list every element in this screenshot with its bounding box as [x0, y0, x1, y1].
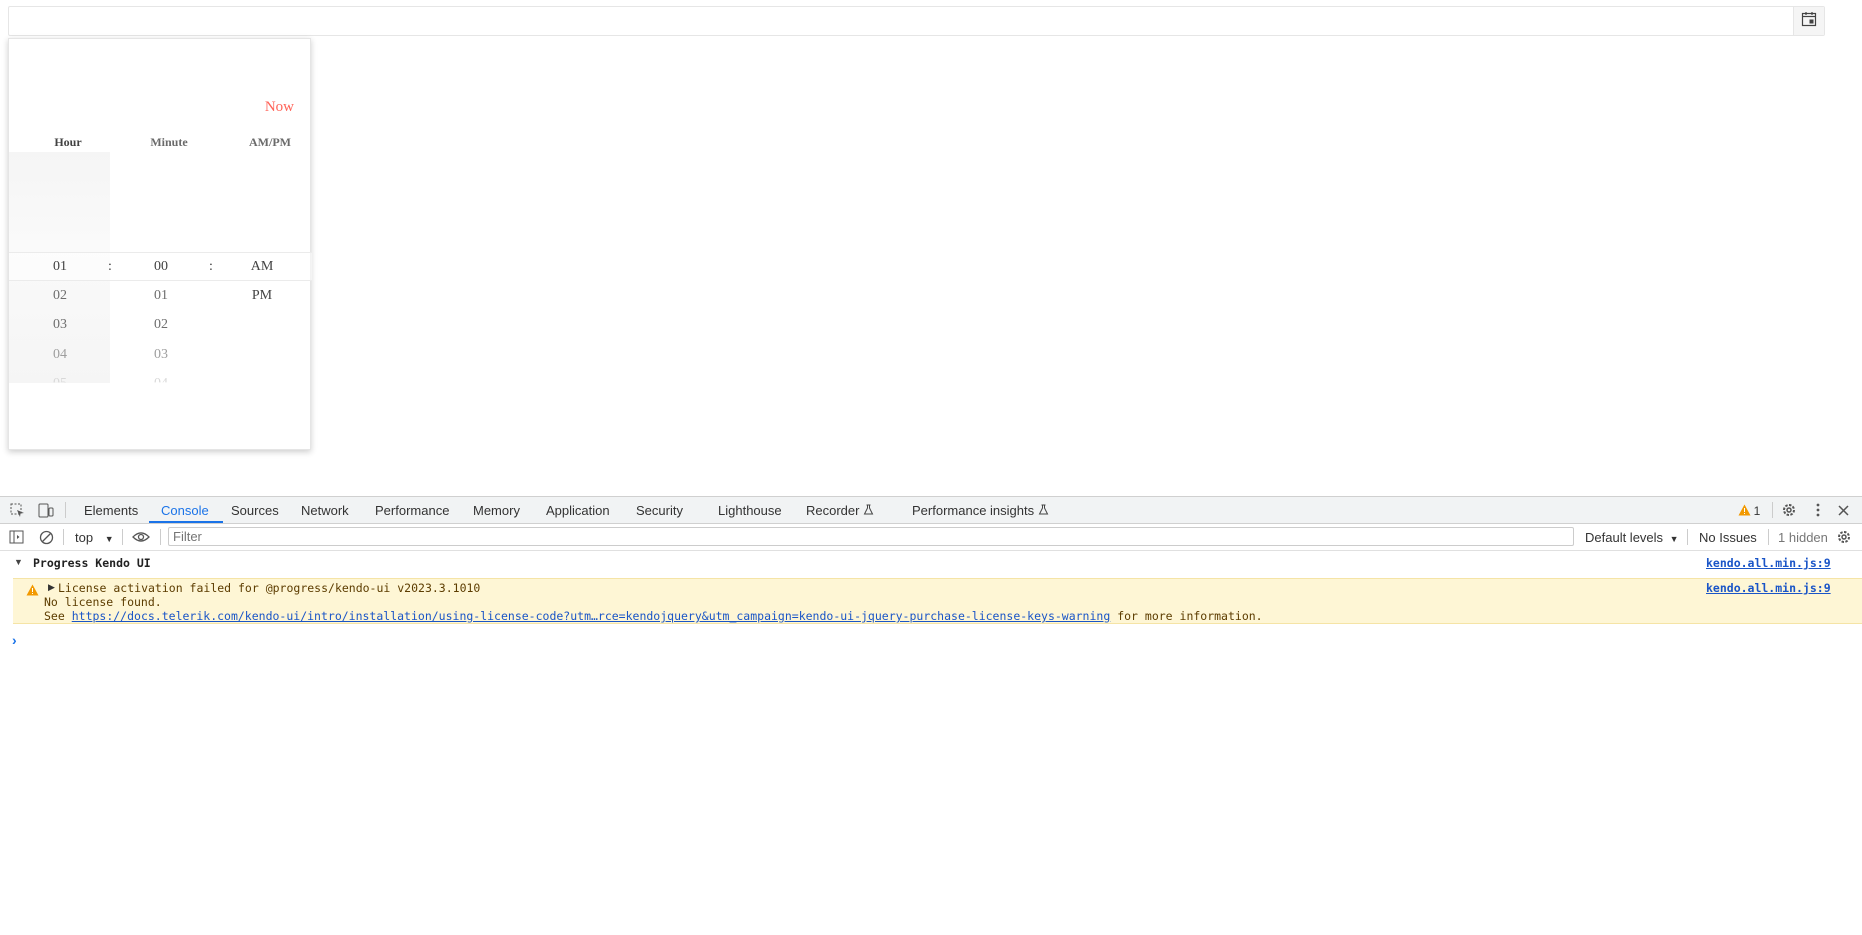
tab-security[interactable]: Security [636, 503, 683, 518]
hour-column-title: Hour [54, 135, 82, 149]
tab-elements[interactable]: Elements [84, 503, 138, 518]
divider [122, 529, 123, 545]
warning-message: ▶ License activation failed for @progres… [13, 578, 1862, 624]
divider [63, 529, 64, 545]
minute-item[interactable]: 01 [111, 288, 211, 304]
tab-network[interactable]: Network [301, 503, 349, 518]
tab-application[interactable]: Application [546, 503, 610, 518]
context-value: top [75, 530, 94, 545]
device-toolbar-icon[interactable] [37, 501, 55, 519]
warnings-counter[interactable]: 1 [1734, 502, 1764, 520]
tab-memory[interactable]: Memory [473, 503, 520, 518]
divider [65, 502, 66, 518]
group-title: Progress Kendo UI [33, 556, 151, 570]
hour-item[interactable]: 02 [10, 288, 110, 304]
triangle-down-icon[interactable]: ▼ [14, 557, 23, 567]
warning-line-3-prefix: See [44, 609, 65, 623]
time-picker-button[interactable] [1793, 7, 1824, 35]
settings-gear-icon[interactable] [1780, 501, 1798, 519]
source-link[interactable]: kendo.all.min.js:9 [1706, 581, 1831, 595]
warning-line-3: See https://docs.telerik.com/kendo-ui/in… [44, 609, 1263, 623]
warning-icon [1738, 504, 1751, 519]
ampm-item[interactable]: AM [212, 259, 312, 275]
active-tab-indicator [149, 521, 223, 523]
minute-item[interactable]: 03 [111, 347, 211, 363]
minute-item[interactable]: 00 [111, 259, 211, 275]
warning-line-3-suffix: for more information. [1117, 609, 1263, 623]
console-toolbar: top ▼ Default levels ▼ No Issues 1 hidde… [0, 524, 1862, 551]
divider [1772, 502, 1773, 518]
chevron-down-icon: ▼ [104, 534, 114, 544]
calendar-clock-icon [1801, 11, 1817, 32]
tab-performance-insights[interactable]: Performance insights [912, 503, 1049, 518]
time-input[interactable] [8, 6, 1825, 36]
filter-input[interactable] [168, 527, 1574, 546]
triangle-right-icon[interactable]: ▶ [48, 582, 55, 593]
now-button[interactable]: Now [265, 99, 294, 116]
hour-item[interactable]: 03 [10, 317, 110, 333]
tab-performance-insights-label: Performance insights [912, 503, 1035, 518]
issues-button[interactable]: No Issues [1699, 530, 1757, 545]
sidebar-toggle-icon[interactable] [7, 528, 25, 546]
hour-item[interactable]: 01 [10, 259, 110, 275]
hour-item[interactable]: 04 [10, 347, 110, 363]
divider [160, 529, 161, 545]
warning-line-2: No license found. [44, 595, 162, 609]
console-settings-gear-icon[interactable] [1835, 528, 1853, 546]
ampm-item[interactable]: PM [212, 288, 312, 304]
context-selector[interactable]: top ▼ [75, 530, 114, 545]
live-expression-eye-icon[interactable] [132, 528, 150, 546]
clear-console-icon[interactable] [37, 528, 55, 546]
hour-item[interactable]: 05 [10, 376, 110, 382]
ampm-column-title: AM/PM [249, 135, 291, 149]
tab-recorder-label: Recorder [806, 503, 860, 518]
warning-line-1: License activation failed for @progress/… [58, 581, 481, 595]
warning-count: 1 [1753, 504, 1761, 518]
minute-item[interactable]: 04 [111, 376, 211, 382]
tab-performance[interactable]: Performance [375, 503, 449, 518]
inspect-element-icon[interactable] [8, 501, 26, 519]
tab-lighthouse[interactable]: Lighthouse [718, 503, 782, 518]
more-options-icon[interactable] [1809, 501, 1827, 519]
log-levels-dropdown[interactable]: Default levels ▼ [1585, 530, 1679, 545]
devtools-tabbar: Elements Console Sources Network Perform… [0, 497, 1862, 524]
divider [1687, 529, 1688, 545]
time-picker-popup: Now Hour Minute AM/PM 01 02 03 04 05 : 0… [8, 38, 312, 450]
devtools-panel: Elements Console Sources Network Perform… [0, 496, 1862, 935]
console-prompt[interactable]: › [12, 632, 17, 648]
hidden-count: 1 hidden [1778, 530, 1828, 545]
tab-sources[interactable]: Sources [231, 503, 279, 518]
tab-console[interactable]: Console [161, 503, 209, 518]
close-icon[interactable] [1834, 501, 1852, 519]
console-group-header[interactable]: ▼ Progress Kendo UI kendo.all.min.js:9 [0, 555, 1862, 573]
flask-icon [1038, 503, 1049, 518]
log-levels-value: Default levels [1585, 530, 1664, 545]
warning-icon [26, 583, 39, 601]
chevron-down-icon: ▼ [1669, 534, 1679, 544]
tab-recorder[interactable]: Recorder [806, 503, 874, 518]
minute-item[interactable]: 02 [111, 317, 211, 333]
minute-column-title: Minute [150, 135, 188, 149]
divider [1768, 529, 1769, 545]
flask-icon [863, 503, 874, 518]
license-docs-link[interactable]: https://docs.telerik.com/kendo-ui/intro/… [72, 609, 1111, 623]
source-link[interactable]: kendo.all.min.js:9 [1706, 556, 1831, 570]
